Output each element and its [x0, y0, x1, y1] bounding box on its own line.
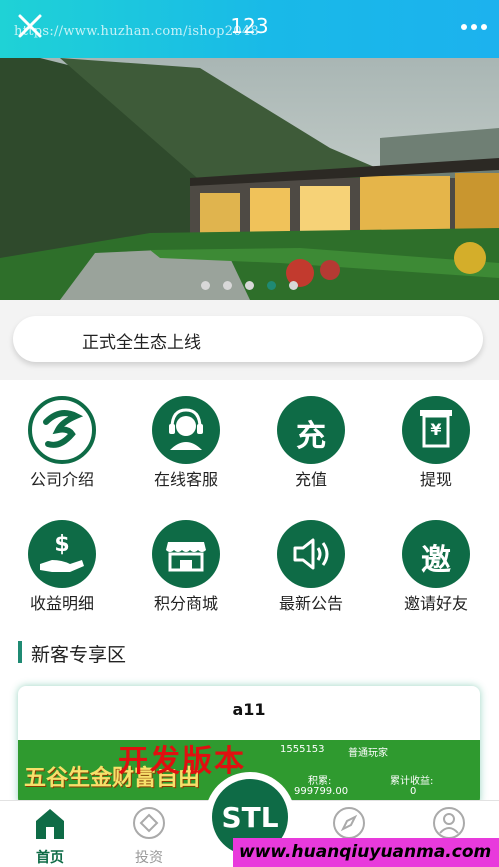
menu-recharge[interactable]: 充 充值 — [249, 380, 373, 504]
menu-income-detail[interactable]: $ 收益明细 — [0, 504, 124, 628]
product-level: 普通玩家 — [348, 748, 388, 759]
site-watermark: www.huanqiuyuanma.com — [233, 838, 499, 867]
carousel-indicator[interactable] — [0, 281, 499, 290]
announcement-bar[interactable]: 正式全生态上线 — [13, 316, 483, 362]
menu-label: 最新公告 — [278, 594, 343, 613]
stat2-value: 0 — [410, 786, 417, 797]
carousel-dot[interactable] — [289, 281, 298, 290]
invest-icon — [133, 807, 165, 839]
company-logo-icon — [28, 396, 96, 464]
menu-label: 邀请好友 — [403, 594, 468, 613]
carousel-dot[interactable] — [223, 281, 232, 290]
menu-invite-friends[interactable]: 邀 邀请好友 — [374, 504, 498, 628]
recharge-glyph: 充 — [296, 419, 326, 454]
top-bar: https://www.huzhan.com/ishop2048 123 — [0, 0, 499, 58]
compass-icon — [333, 807, 365, 839]
section-title: 新客专享区 — [31, 644, 127, 666]
menu-label: 积分商城 — [153, 594, 218, 613]
invite-icon: 邀 — [402, 520, 470, 588]
product-phone: 1555153 — [280, 744, 325, 755]
shop-icon — [152, 520, 220, 588]
invite-glyph: 邀 — [421, 543, 451, 578]
yen-glyph: ¥ — [430, 420, 442, 439]
stat1-label: 积累: — [308, 776, 332, 787]
menu-label: 充值 — [294, 470, 327, 489]
income-hand-icon: $ — [28, 520, 96, 588]
user-icon — [433, 807, 465, 839]
more-menu-icon[interactable] — [461, 24, 487, 30]
banner-image — [0, 58, 499, 300]
watermark-text: www.huanqiuyuanma.com — [239, 842, 492, 862]
section-header: 新客专享区 — [0, 628, 499, 668]
dev-version-overlay: 开发版本 — [118, 744, 246, 779]
carousel-dot-active[interactable] — [267, 281, 276, 290]
menu-company-intro[interactable]: 公司介绍 — [0, 380, 124, 504]
product-name: a11 — [232, 700, 266, 719]
tab-label: 投资 — [135, 850, 163, 866]
stat1-value: 999799.00 — [294, 786, 349, 797]
menu-label: 在线客服 — [153, 470, 218, 489]
tab-home[interactable]: 首页 — [0, 801, 100, 867]
tab-label: 首页 — [36, 850, 64, 866]
withdraw-icon: ¥ — [402, 396, 470, 464]
carousel-dot[interactable] — [245, 281, 254, 290]
function-grid: 公司介绍 在线客服 充 充值 ¥ 提现 $ 收益明细 积分商城 最新公告 邀 邀… — [0, 380, 499, 628]
menu-label: 收益明细 — [29, 594, 94, 613]
stat2-label: 累计收益: — [390, 776, 434, 787]
banner-carousel[interactable] — [0, 58, 499, 300]
menu-online-service[interactable]: 在线客服 — [124, 380, 248, 504]
announcement-text: 正式全生态上线 — [82, 333, 201, 353]
recharge-icon: 充 — [277, 396, 345, 464]
tab-invest[interactable]: 投资 — [99, 801, 199, 867]
home-icon — [36, 809, 64, 839]
menu-label: 公司介绍 — [29, 470, 94, 489]
customer-service-icon — [152, 396, 220, 464]
speaker-icon — [277, 520, 345, 588]
section-accent-bar — [18, 641, 22, 663]
menu-points-mall[interactable]: 积分商城 — [124, 504, 248, 628]
menu-latest-notice[interactable]: 最新公告 — [249, 504, 373, 628]
menu-withdraw[interactable]: ¥ 提现 — [374, 380, 498, 504]
carousel-dot[interactable] — [201, 281, 210, 290]
page-title: 123 — [230, 14, 269, 38]
menu-label: 提现 — [419, 470, 452, 489]
